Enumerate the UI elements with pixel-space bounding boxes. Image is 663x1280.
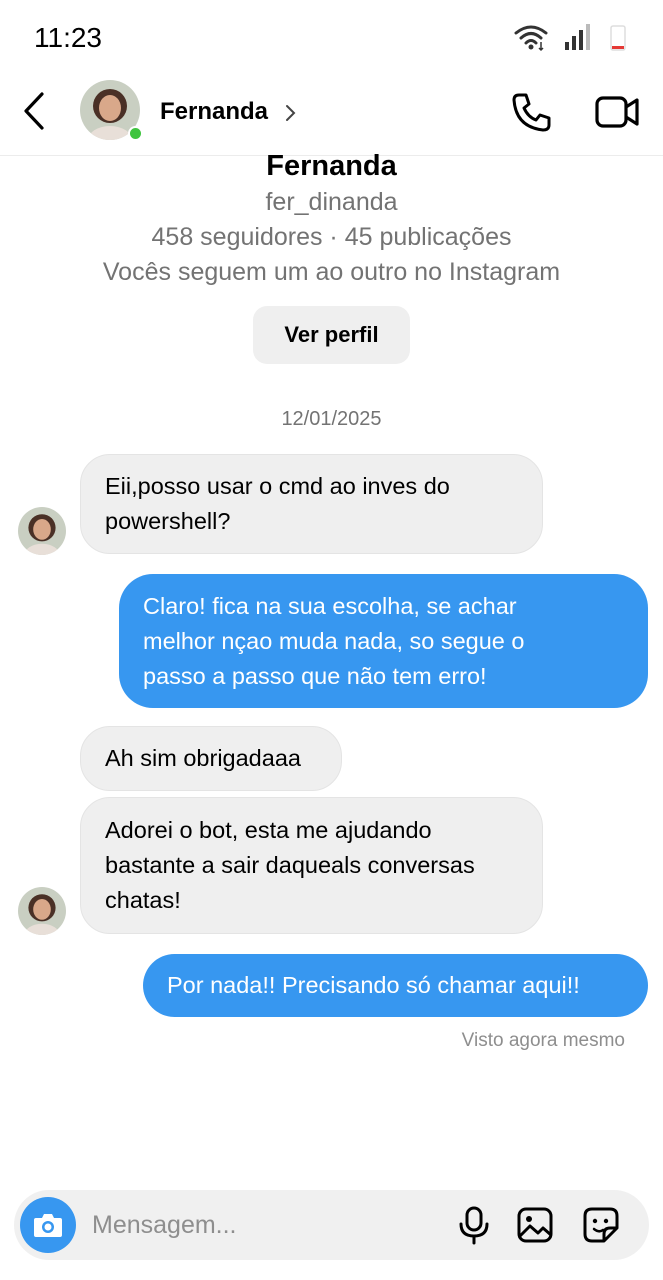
message-line: bastante a sair daqueals conversas — [105, 852, 475, 878]
message-line: Claro! fica na sua escolha, se achar — [143, 592, 517, 619]
message-line: melhor nçao muda nada, so segue o — [143, 627, 525, 654]
gallery-button[interactable] — [516, 1206, 554, 1244]
message-line: powershell? — [105, 508, 231, 534]
seen-status: Visto agora mesmo — [461, 1030, 625, 1051]
message-text: Adorei o bot, esta me ajudando bastante … — [105, 813, 475, 918]
microphone-button[interactable] — [456, 1205, 492, 1245]
sticker-button[interactable] — [582, 1206, 620, 1244]
message-text: Eii,posso usar o cmd ao inves do powersh… — [105, 469, 450, 539]
chevron-right-icon[interactable] — [284, 102, 298, 124]
profile-stats: 458 seguidores · 45 publicações — [151, 223, 512, 251]
battery-icon — [610, 25, 626, 51]
signal-icon — [565, 24, 590, 50]
chat-header: Fernanda — [0, 70, 663, 156]
message-line: Eii,posso usar o cmd ao inves do — [105, 473, 450, 499]
contact-avatar-small[interactable] — [18, 507, 66, 555]
profile-username: fer_dinanda — [265, 188, 398, 216]
chat-screen: 11:23 Fernanda Fernanda fer_dinanda 458 … — [0, 0, 663, 1280]
camera-icon — [34, 1214, 62, 1237]
message-bubble-incoming[interactable]: Eii,posso usar o cmd ao inves do powersh… — [80, 454, 543, 554]
message-text: Por nada!! Precisando só chamar aqui!! — [167, 972, 580, 998]
date-separator: 12/01/2025 — [281, 408, 382, 430]
video-call-button[interactable] — [594, 92, 640, 132]
back-button[interactable] — [18, 88, 54, 134]
mutual-follow-text: Vocês seguem um ao outro no Instagram — [102, 258, 561, 286]
profile-name: Fernanda — [266, 150, 397, 182]
phone-call-button[interactable] — [510, 90, 554, 134]
message-bubble-outgoing[interactable]: Claro! fica na sua escolha, se achar mel… — [119, 574, 648, 708]
avatar-image — [18, 507, 66, 555]
wifi-icon — [514, 25, 548, 52]
message-bubble-outgoing[interactable]: Por nada!! Precisando só chamar aqui!! — [143, 954, 648, 1017]
view-profile-button[interactable]: Ver perfil — [253, 306, 410, 364]
avatar-image — [18, 887, 66, 935]
message-line: Adorei o bot, esta me ajudando — [105, 817, 432, 843]
contact-avatar-small[interactable] — [18, 887, 66, 935]
message-bubble-incoming[interactable]: Ah sim obrigadaaa — [80, 726, 342, 791]
status-icons — [513, 22, 629, 52]
message-composer — [14, 1190, 649, 1260]
message-line: passo a passo que não tem erro! — [143, 662, 487, 689]
message-text: Ah sim obrigadaaa — [105, 745, 301, 771]
camera-button[interactable] — [20, 1197, 76, 1253]
status-time: 11:23 — [34, 22, 102, 53]
message-bubble-incoming[interactable]: Adorei o bot, esta me ajudando bastante … — [80, 797, 543, 934]
contact-name[interactable]: Fernanda — [160, 98, 268, 126]
online-indicator — [128, 126, 143, 141]
message-input[interactable] — [92, 1206, 432, 1244]
message-text: Claro! fica na sua escolha, se achar mel… — [143, 589, 524, 694]
message-line: chatas! — [105, 887, 181, 913]
